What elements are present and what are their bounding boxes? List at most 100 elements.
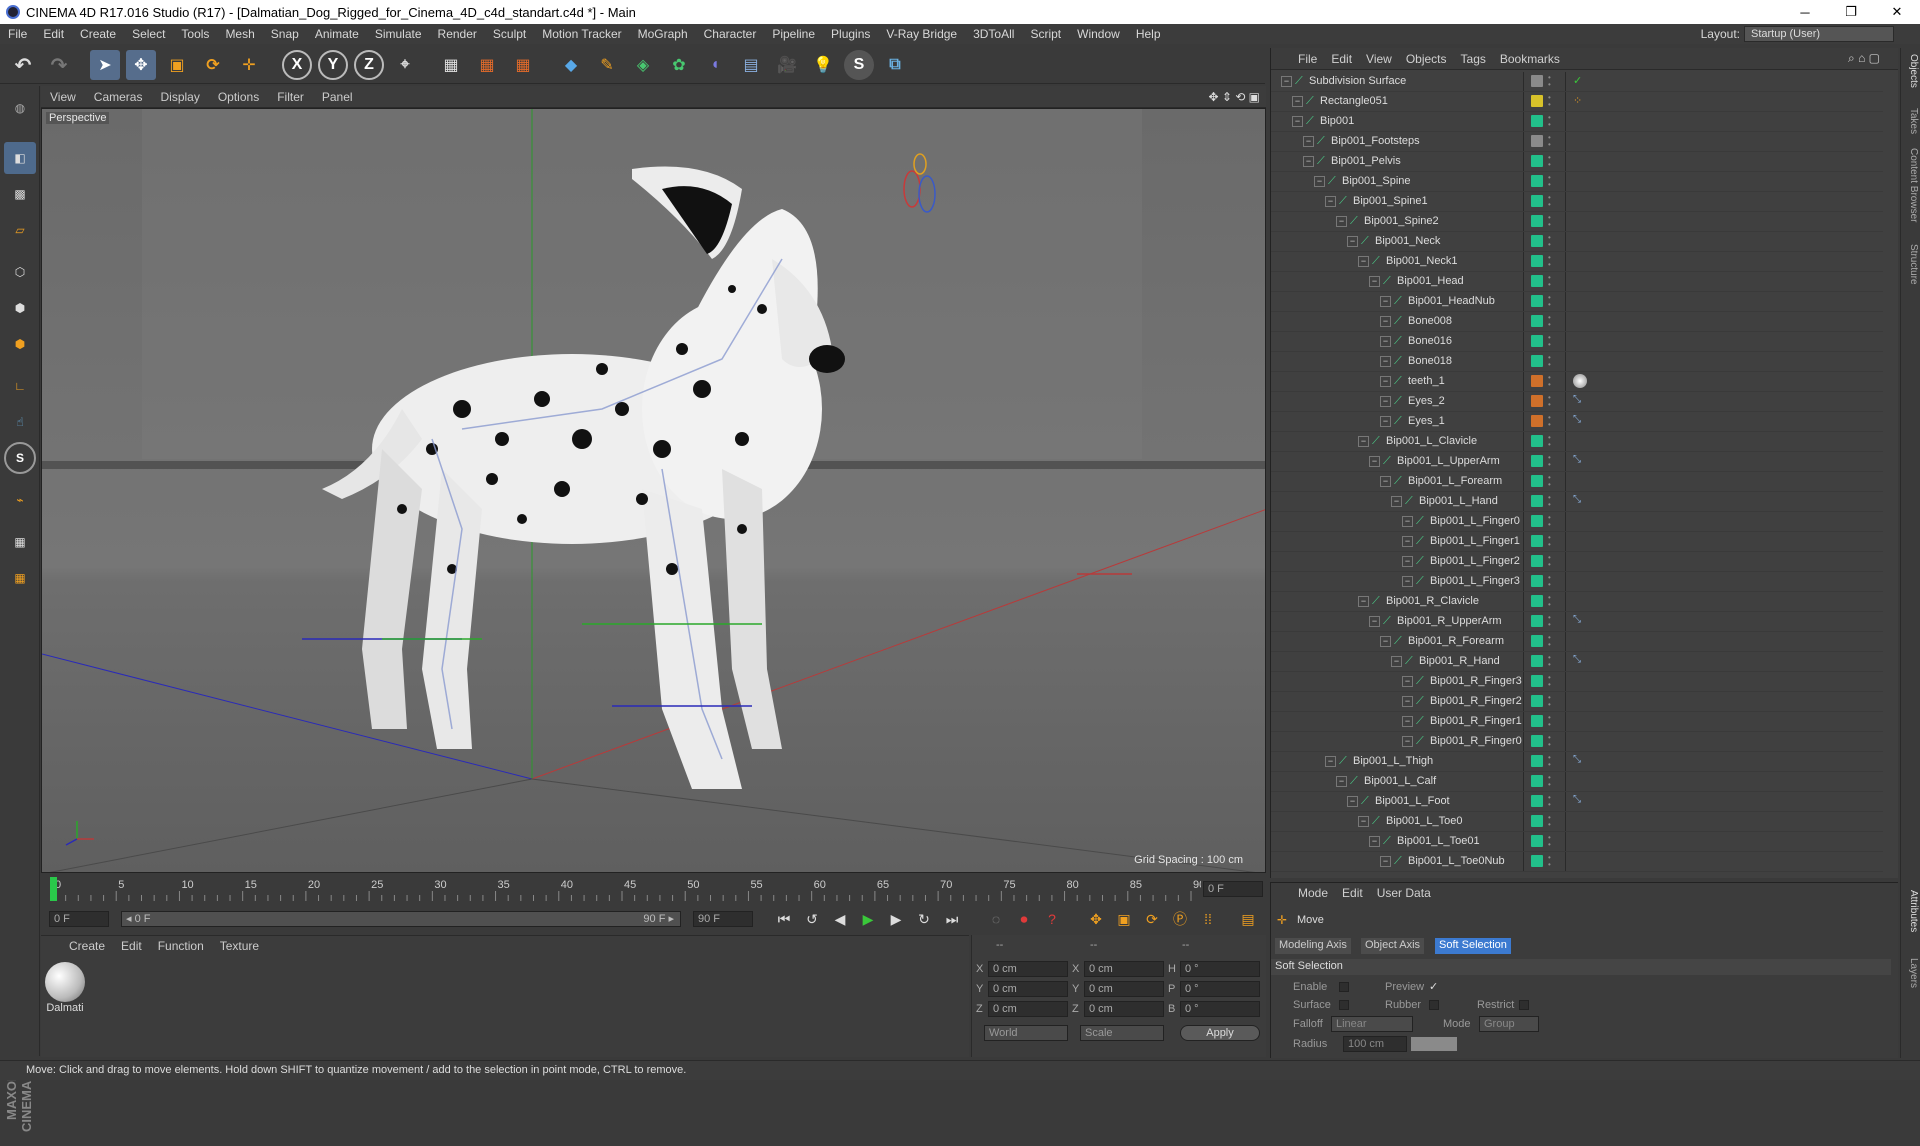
- magnet-icon[interactable]: ⌁: [4, 484, 36, 516]
- visibility-dots-icon[interactable]: • •: [1548, 154, 1552, 169]
- tab-object-axis[interactable]: Object Axis: [1361, 938, 1425, 954]
- layer-color-swatch[interactable]: [1531, 215, 1543, 227]
- layer-color-swatch[interactable]: [1531, 715, 1543, 727]
- edges-mode-icon[interactable]: ⬢: [4, 292, 36, 324]
- goto-end-icon[interactable]: ⏭: [941, 908, 963, 930]
- expand-toggle-icon[interactable]: −: [1402, 736, 1413, 747]
- prev-frame-icon[interactable]: ◀: [829, 908, 851, 930]
- light-icon[interactable]: 💡: [808, 50, 838, 80]
- object-row[interactable]: − ⟋ Bip001_L_Toe0 • •: [1271, 812, 1883, 832]
- expand-toggle-icon[interactable]: −: [1402, 696, 1413, 707]
- menu-tools[interactable]: Tools: [173, 27, 217, 41]
- texture-mode-icon[interactable]: ▩: [4, 178, 36, 210]
- side-tab-content-browser[interactable]: Content Browser: [1903, 148, 1919, 222]
- redo-icon[interactable]: ↷: [44, 50, 74, 80]
- expand-toggle-icon[interactable]: −: [1380, 336, 1391, 347]
- layer-color-swatch[interactable]: [1531, 515, 1543, 527]
- layer-color-swatch[interactable]: [1531, 795, 1543, 807]
- menu-edit[interactable]: Edit: [35, 27, 72, 41]
- object-row[interactable]: − ⟋ Bone008 • •: [1271, 312, 1883, 332]
- ik-tag-icon[interactable]: ⤡: [1573, 394, 1587, 408]
- expand-toggle-icon[interactable]: −: [1303, 156, 1314, 167]
- object-row[interactable]: − ⟋ Eyes_2 • • ⤡: [1271, 392, 1883, 412]
- expand-toggle-icon[interactable]: −: [1369, 616, 1380, 627]
- key-pla-icon[interactable]: ⁞⁞: [1197, 908, 1219, 930]
- object-row[interactable]: − ⟋ Bip001_R_Finger1 • •: [1271, 712, 1883, 732]
- layer-color-swatch[interactable]: [1531, 255, 1543, 267]
- menu-motion-tracker[interactable]: Motion Tracker: [534, 27, 629, 41]
- size-y-field[interactable]: 0 cm: [1084, 981, 1164, 997]
- layer-color-swatch[interactable]: [1531, 95, 1543, 107]
- ik-tag-icon[interactable]: ⤡: [1573, 614, 1587, 628]
- expand-toggle-icon[interactable]: −: [1380, 376, 1391, 387]
- side-tab-objects[interactable]: Objects: [1903, 54, 1919, 88]
- polygons-mode-icon[interactable]: ⬢: [4, 328, 36, 360]
- layer-color-swatch[interactable]: [1531, 655, 1543, 667]
- layer-color-swatch[interactable]: [1531, 415, 1543, 427]
- end-frame-field[interactable]: 90 F: [693, 911, 753, 927]
- mat-menu-create[interactable]: Create: [61, 939, 113, 953]
- expand-toggle-icon[interactable]: −: [1358, 816, 1369, 827]
- layer-color-swatch[interactable]: [1531, 555, 1543, 567]
- visibility-dots-icon[interactable]: • •: [1548, 274, 1552, 289]
- rotation-h-field[interactable]: 0 °: [1180, 961, 1260, 977]
- key-rotation-icon[interactable]: ⟳: [1141, 908, 1163, 930]
- render-picture-viewer-icon[interactable]: ▦: [472, 50, 502, 80]
- layer-color-swatch[interactable]: [1531, 595, 1543, 607]
- close-button[interactable]: ✕: [1874, 0, 1920, 24]
- position-y-field[interactable]: 0 cm: [988, 981, 1068, 997]
- layer-color-swatch[interactable]: [1531, 355, 1543, 367]
- select-cursor-icon[interactable]: ➤: [90, 50, 120, 80]
- expand-toggle-icon[interactable]: −: [1325, 196, 1336, 207]
- object-row[interactable]: − ⟋ Bip001_Footsteps • •: [1271, 132, 1883, 152]
- mode-select[interactable]: Group: [1479, 1016, 1539, 1032]
- snap-icon[interactable]: S: [4, 442, 36, 474]
- vp-menu-options[interactable]: Options: [209, 90, 268, 104]
- visibility-dots-icon[interactable]: • •: [1548, 674, 1552, 689]
- layer-color-swatch[interactable]: [1531, 775, 1543, 787]
- expand-toggle-icon[interactable]: −: [1402, 516, 1413, 527]
- visibility-dots-icon[interactable]: • •: [1548, 94, 1552, 109]
- visibility-dots-icon[interactable]: • •: [1548, 414, 1552, 429]
- object-row[interactable]: − ⟋ Bip001 • •: [1271, 112, 1883, 132]
- menu-help[interactable]: Help: [1128, 27, 1169, 41]
- object-row[interactable]: − ⟋ Bip001_R_Hand • • ⤡: [1271, 652, 1883, 672]
- frame-range-slider[interactable]: ◂ 0 F 90 F ▸: [121, 911, 681, 927]
- obj-menu-file[interactable]: File: [1291, 52, 1324, 66]
- expand-toggle-icon[interactable]: −: [1380, 636, 1391, 647]
- expand-toggle-icon[interactable]: −: [1281, 76, 1292, 87]
- ik-tag-icon[interactable]: ⤡: [1573, 414, 1587, 428]
- key-scale-icon[interactable]: ▣: [1113, 908, 1135, 930]
- ik-tag-icon[interactable]: ⤡: [1573, 494, 1587, 508]
- menu-script[interactable]: Script: [1022, 27, 1069, 41]
- object-row[interactable]: − ⟋ Bip001_L_Clavicle • •: [1271, 432, 1883, 452]
- current-frame-field[interactable]: 0 F: [1203, 881, 1263, 897]
- preview-checkbox[interactable]: ✓: [1429, 980, 1438, 993]
- object-row[interactable]: − ⟋ Bip001_R_Finger3 • •: [1271, 672, 1883, 692]
- object-row[interactable]: − ⟋ Bip001_Head • •: [1271, 272, 1883, 292]
- expand-toggle-icon[interactable]: −: [1402, 716, 1413, 727]
- expand-toggle-icon[interactable]: −: [1380, 316, 1391, 327]
- mat-menu-texture[interactable]: Texture: [212, 939, 267, 953]
- object-row[interactable]: − ⟋ Bip001_L_Finger0 • •: [1271, 512, 1883, 532]
- expand-toggle-icon[interactable]: −: [1347, 796, 1358, 807]
- grid-lock-icon[interactable]: ▦: [4, 526, 36, 558]
- cube-icon[interactable]: ◆: [556, 50, 586, 80]
- vp-menu-display[interactable]: Display: [151, 90, 208, 104]
- mat-menu-edit[interactable]: Edit: [113, 939, 150, 953]
- layer-color-swatch[interactable]: [1531, 835, 1543, 847]
- maximize-button[interactable]: ❐: [1828, 0, 1874, 24]
- obj-menu-view[interactable]: View: [1359, 52, 1399, 66]
- subdivision-icon[interactable]: ◈: [628, 50, 658, 80]
- mat-menu-function[interactable]: Function: [150, 939, 212, 953]
- layout-select[interactable]: Startup (User): [1744, 26, 1894, 42]
- expand-toggle-icon[interactable]: −: [1402, 536, 1413, 547]
- tag-icon[interactable]: ⁘: [1573, 94, 1587, 108]
- object-row[interactable]: − ⟋ Bip001_R_Forearm • •: [1271, 632, 1883, 652]
- object-row[interactable]: − ⟋ Bip001_Spine • •: [1271, 172, 1883, 192]
- move-tool-icon[interactable]: ✥: [126, 50, 156, 80]
- menu-vray-bridge[interactable]: V-Ray Bridge: [878, 27, 965, 41]
- obj-menu-tags[interactable]: Tags: [1454, 52, 1493, 66]
- expand-toggle-icon[interactable]: −: [1380, 476, 1391, 487]
- object-row[interactable]: − ⟋ Subdivision Surface • • ✓: [1271, 72, 1883, 92]
